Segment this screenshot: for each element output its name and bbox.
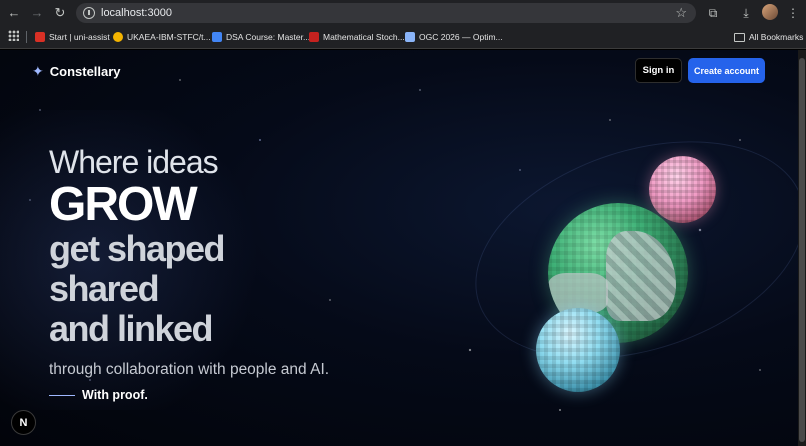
site-logo[interactable]: ✦ Constellary xyxy=(32,63,121,79)
all-bookmarks[interactable]: All Bookmarks xyxy=(734,30,803,44)
proof-tagline: With proof. xyxy=(49,388,148,402)
bookmark-star-icon[interactable]: ☆ xyxy=(675,5,687,21)
download-icon[interactable]: ⤓ xyxy=(738,5,754,21)
apps-grid-icon[interactable] xyxy=(8,30,19,41)
profile-avatar[interactable] xyxy=(762,4,778,20)
reload-icon[interactable]: ↻ xyxy=(52,5,68,21)
site-info-icon[interactable] xyxy=(83,7,95,19)
scrollbar[interactable] xyxy=(798,50,806,446)
all-bookmarks-label: All Bookmarks xyxy=(749,32,804,42)
nextjs-dev-badge[interactable]: N xyxy=(11,410,36,435)
bookmark-item[interactable]: DSA Course: Master... xyxy=(212,30,310,44)
proof-dash xyxy=(49,394,75,396)
hero-subtitle: through collaboration with people and AI… xyxy=(49,361,330,378)
bookmark-label: OGC 2026 — Optim... xyxy=(419,32,503,42)
blue-planet-image xyxy=(536,308,620,392)
pink-planet-image xyxy=(649,156,716,223)
logo-text: Constellary xyxy=(49,63,121,79)
favicon-icon xyxy=(309,32,319,42)
back-icon[interactable]: ← xyxy=(6,5,22,21)
favicon-icon xyxy=(35,32,45,42)
scroll-thumb[interactable] xyxy=(799,58,805,442)
create-account-button[interactable]: Create account xyxy=(688,58,765,83)
favicon-icon xyxy=(212,32,222,42)
hero-heading: Where ideas GROW get shaped shared and l… xyxy=(49,143,226,349)
sparkle-icon: ✦ xyxy=(32,63,44,79)
toolbar: ← → ↻ localhost:3000 ☆ ⧉ ⤓ ⋮ xyxy=(0,0,806,25)
url-text[interactable]: localhost:3000 xyxy=(101,6,172,20)
bookmark-label: UKAEA-IBM-STFC/t... xyxy=(127,32,211,42)
address-bar[interactable]: localhost:3000 ☆ xyxy=(76,3,696,23)
bookmark-item[interactable]: Mathematical Stoch... xyxy=(309,30,405,44)
favicon-icon xyxy=(405,32,415,42)
bookmark-item[interactable]: Start | uni-assist xyxy=(35,30,110,44)
bookmark-label: DSA Course: Master... xyxy=(226,32,311,42)
bookmark-label: Start | uni-assist xyxy=(49,32,110,42)
proof-text: With proof. xyxy=(82,388,148,402)
hero-line-3: get shaped xyxy=(49,228,226,269)
menu-icon[interactable]: ⋮ xyxy=(785,5,801,21)
bookmark-item[interactable]: UKAEA-IBM-STFC/t... xyxy=(113,30,211,44)
bookmarks-divider xyxy=(26,31,27,43)
hero-line-grow: GROW xyxy=(49,178,198,231)
folder-icon xyxy=(734,32,745,42)
extensions-icon[interactable]: ⧉ xyxy=(705,5,721,21)
hero-line-4: shared xyxy=(49,268,160,309)
bookmarks-bar: Start | uni-assist UKAEA-IBM-STFC/t... D… xyxy=(0,25,806,49)
favicon-icon xyxy=(113,32,123,42)
signin-button[interactable]: Sign in xyxy=(635,58,682,83)
hero-line-1: Where ideas xyxy=(49,144,219,180)
bookmark-label: Mathematical Stoch... xyxy=(323,32,405,42)
forward-icon[interactable]: → xyxy=(29,5,45,21)
bookmark-item[interactable]: OGC 2026 — Optim... xyxy=(405,30,503,44)
hero-line-5: and linked xyxy=(49,308,214,349)
landing-page: ✦ Constellary Sign in Create account Whe… xyxy=(0,50,806,446)
